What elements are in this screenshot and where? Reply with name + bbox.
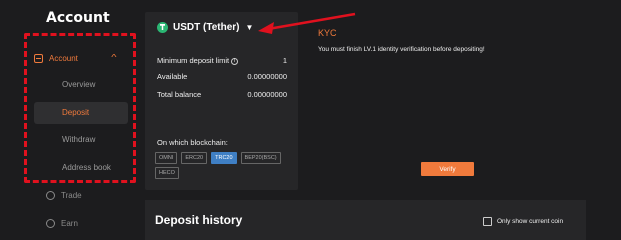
annotation-arrow-line [267,12,356,31]
annotation-arrow [258,12,356,34]
annotation-arrow-head [258,22,274,34]
